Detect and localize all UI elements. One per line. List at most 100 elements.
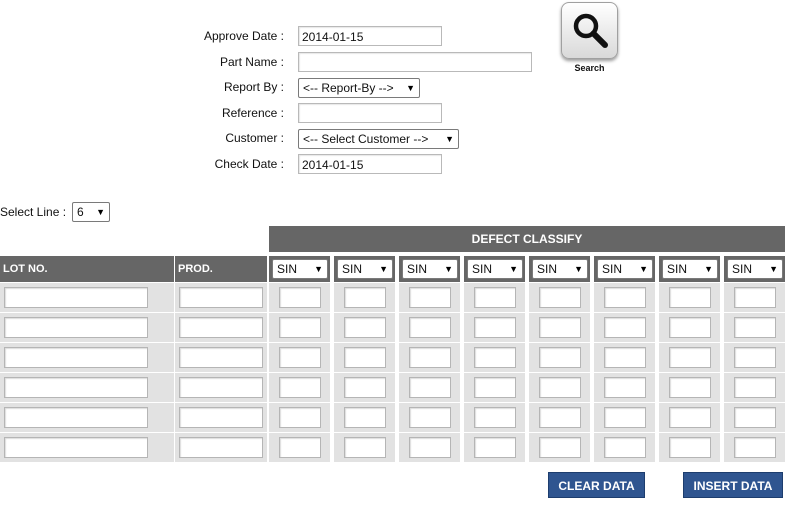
- defect-column-header: SIN ▼: [659, 256, 720, 282]
- defect-count-input[interactable]: [409, 317, 451, 338]
- defect-count-input[interactable]: [344, 287, 386, 308]
- defect-count-input[interactable]: [279, 377, 321, 398]
- lot-no-header: LOT NO.: [0, 256, 174, 282]
- defect-type-select[interactable]: SIN ▼: [337, 259, 393, 279]
- defect-type-selected: SIN: [472, 262, 493, 276]
- select-line-select[interactable]: 6 ▼: [72, 202, 110, 222]
- prod-input[interactable]: [179, 377, 263, 398]
- defect-type-select[interactable]: SIN ▼: [467, 259, 523, 279]
- defect-count-input[interactable]: [604, 317, 646, 338]
- defect-type-select[interactable]: SIN ▼: [662, 259, 718, 279]
- prod-input[interactable]: [179, 287, 263, 308]
- reference-field[interactable]: [298, 103, 442, 123]
- defect-count-input[interactable]: [734, 287, 776, 308]
- lot-no-input[interactable]: [4, 437, 148, 458]
- defect-count-input[interactable]: [409, 377, 451, 398]
- defect-type-select[interactable]: SIN ▼: [272, 259, 328, 279]
- defect-count-input[interactable]: [604, 407, 646, 428]
- defect-count-input[interactable]: [669, 317, 711, 338]
- defect-count-input[interactable]: [669, 347, 711, 368]
- defect-type-select[interactable]: SIN ▼: [532, 259, 588, 279]
- defect-count-input[interactable]: [604, 377, 646, 398]
- defect-type-select[interactable]: SIN ▼: [402, 259, 458, 279]
- defect-count-input[interactable]: [539, 287, 581, 308]
- defect-type-selected: SIN: [537, 262, 558, 276]
- defect-type-select[interactable]: SIN ▼: [597, 259, 653, 279]
- search-caption: Search: [574, 63, 605, 73]
- check-date-field[interactable]: 2014-01-15: [298, 154, 442, 174]
- part-name-field[interactable]: [298, 52, 532, 72]
- defect-count-input[interactable]: [474, 437, 516, 458]
- defect-type-selected: SIN: [342, 262, 363, 276]
- prod-input[interactable]: [179, 347, 263, 368]
- dropdown-arrow-icon: ▼: [509, 264, 518, 274]
- defect-count-input[interactable]: [604, 287, 646, 308]
- defect-count-input[interactable]: [669, 287, 711, 308]
- defect-count-input[interactable]: [604, 347, 646, 368]
- defect-count-input[interactable]: [344, 347, 386, 368]
- defect-count-input[interactable]: [669, 407, 711, 428]
- defect-count-input[interactable]: [344, 317, 386, 338]
- dropdown-arrow-icon: ▼: [96, 207, 105, 217]
- defect-count-input[interactable]: [279, 287, 321, 308]
- defect-count-input[interactable]: [474, 347, 516, 368]
- dropdown-arrow-icon: ▼: [574, 264, 583, 274]
- defect-count-input[interactable]: [539, 377, 581, 398]
- defect-count-input[interactable]: [734, 437, 776, 458]
- defect-count-input[interactable]: [409, 287, 451, 308]
- lot-no-input[interactable]: [4, 377, 148, 398]
- defect-count-input[interactable]: [474, 407, 516, 428]
- approve-date-field[interactable]: 2014-01-15: [298, 26, 442, 46]
- defect-count-input[interactable]: [344, 377, 386, 398]
- defect-count-input[interactable]: [279, 347, 321, 368]
- defect-count-input[interactable]: [279, 317, 321, 338]
- defect-count-input[interactable]: [539, 317, 581, 338]
- defect-count-input[interactable]: [344, 407, 386, 428]
- defect-count-input[interactable]: [539, 347, 581, 368]
- defect-count-input[interactable]: [474, 287, 516, 308]
- defect-count-input[interactable]: [604, 437, 646, 458]
- dropdown-arrow-icon: ▼: [314, 264, 323, 274]
- dropdown-arrow-icon: ▼: [445, 134, 454, 144]
- select-line-selected: 6: [77, 205, 84, 219]
- defect-count-input[interactable]: [669, 437, 711, 458]
- report-by-select[interactable]: <-- Report-By --> ▼: [298, 78, 420, 98]
- lot-no-input[interactable]: [4, 347, 148, 368]
- clear-data-button[interactable]: CLEAR DATA: [548, 472, 645, 498]
- defect-count-input[interactable]: [279, 437, 321, 458]
- defect-count-input[interactable]: [539, 407, 581, 428]
- defect-count-input[interactable]: [539, 437, 581, 458]
- dropdown-arrow-icon: ▼: [406, 83, 415, 93]
- insert-data-button[interactable]: INSERT DATA: [683, 472, 783, 498]
- customer-selected: <-- Select Customer -->: [303, 132, 429, 146]
- prod-input[interactable]: [179, 437, 263, 458]
- defect-count-input[interactable]: [734, 377, 776, 398]
- defect-count-input[interactable]: [409, 437, 451, 458]
- lot-no-input[interactable]: [4, 407, 148, 428]
- defect-count-input[interactable]: [409, 407, 451, 428]
- defect-count-input[interactable]: [734, 347, 776, 368]
- prod-input[interactable]: [179, 407, 263, 428]
- defect-count-input[interactable]: [344, 437, 386, 458]
- defect-type-select[interactable]: SIN ▼: [727, 259, 783, 279]
- defect-count-input[interactable]: [279, 407, 321, 428]
- defect-count-input[interactable]: [474, 377, 516, 398]
- defect-column-header: SIN ▼: [529, 256, 590, 282]
- defect-classify-header: DEFECT CLASSIFY: [269, 226, 785, 252]
- lot-no-input[interactable]: [4, 287, 148, 308]
- defect-type-selected: SIN: [277, 262, 298, 276]
- defect-column-header: SIN ▼: [594, 256, 655, 282]
- search-button[interactable]: [561, 2, 618, 59]
- defect-count-input[interactable]: [734, 317, 776, 338]
- defect-type-selected: SIN: [602, 262, 623, 276]
- lot-no-input[interactable]: [4, 317, 148, 338]
- part-name-label: Part Name :: [219, 55, 284, 69]
- defect-count-input[interactable]: [669, 377, 711, 398]
- dropdown-arrow-icon: ▼: [639, 264, 648, 274]
- defect-count-input[interactable]: [734, 407, 776, 428]
- dropdown-arrow-icon: ▼: [769, 264, 778, 274]
- defect-count-input[interactable]: [409, 347, 451, 368]
- prod-input[interactable]: [179, 317, 263, 338]
- defect-count-input[interactable]: [474, 317, 516, 338]
- customer-select[interactable]: <-- Select Customer --> ▼: [298, 129, 459, 149]
